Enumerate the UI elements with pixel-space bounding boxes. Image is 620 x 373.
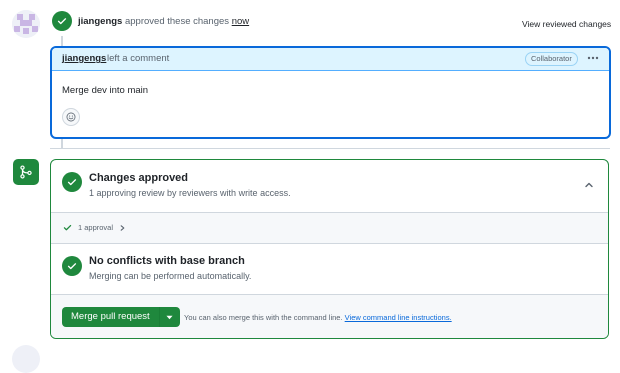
triangle-down-icon bbox=[166, 315, 173, 319]
command-line-hint: You can also merge this with the command… bbox=[184, 313, 452, 322]
merge-box: Changes approved 1 approving review by r… bbox=[50, 159, 609, 339]
review-event-time[interactable]: now bbox=[232, 16, 249, 27]
add-reaction-button[interactable] bbox=[62, 108, 80, 126]
view-reviewed-changes-link[interactable]: View reviewed changes bbox=[522, 19, 611, 29]
conflicts-title: No conflicts with base branch bbox=[89, 255, 245, 267]
merge-pull-request-button[interactable]: Merge pull request bbox=[62, 307, 160, 327]
chevron-up-icon[interactable] bbox=[583, 179, 595, 191]
merge-status-badge bbox=[13, 159, 39, 185]
approval-subtitle: 1 approving review by reviewers with wri… bbox=[89, 188, 291, 198]
conflicts-status-badge bbox=[62, 256, 82, 276]
conflicts-subtitle: Merging can be performed automatically. bbox=[89, 271, 252, 281]
comment-header: jiangengs left a comment Collaborator bbox=[52, 48, 609, 71]
merge-button-group: Merge pull request bbox=[62, 307, 180, 327]
conflicts-section: No conflicts with base branch Merging ca… bbox=[51, 243, 608, 293]
check-icon bbox=[67, 263, 77, 270]
check-icon bbox=[57, 18, 67, 25]
review-event-text: jiangengs approved these changes now bbox=[78, 16, 249, 27]
review-event-user[interactable]: jiangengs bbox=[78, 16, 122, 27]
check-icon bbox=[67, 179, 77, 186]
approval-title: Changes approved bbox=[89, 172, 189, 184]
comment-body: Merge dev into main bbox=[62, 85, 149, 96]
approved-badge bbox=[52, 11, 72, 31]
role-badge: Collaborator bbox=[525, 52, 578, 66]
avatar[interactable] bbox=[12, 10, 40, 38]
chevron-right-icon bbox=[120, 224, 125, 231]
approvals-count: 1 approval bbox=[78, 223, 114, 232]
kebab-icon bbox=[587, 56, 599, 60]
merge-method-dropdown[interactable] bbox=[159, 307, 180, 327]
review-comment: jiangengs left a comment Collaborator Me… bbox=[50, 46, 611, 139]
check-icon bbox=[63, 224, 72, 231]
approval-section: Changes approved 1 approving review by r… bbox=[51, 160, 608, 212]
approvals-row[interactable]: 1 approval bbox=[51, 212, 608, 244]
timeline-divider bbox=[50, 148, 610, 149]
approval-status-badge bbox=[62, 172, 82, 192]
avatar[interactable] bbox=[12, 345, 40, 373]
review-event-action: approved these changes bbox=[124, 16, 230, 27]
merge-actions: Merge pull request You can also merge th… bbox=[51, 294, 608, 338]
command-line-hint-text: You can also merge this with the command… bbox=[184, 313, 343, 322]
comment-action: left a comment bbox=[107, 53, 170, 64]
approvals-toggle[interactable]: 1 approval bbox=[63, 223, 126, 232]
comment-options-button[interactable] bbox=[584, 50, 602, 66]
git-merge-icon bbox=[20, 165, 32, 179]
command-line-instructions-link[interactable]: View command line instructions. bbox=[345, 313, 452, 322]
comment-author[interactable]: jiangengs bbox=[62, 53, 106, 64]
smiley-icon bbox=[66, 112, 76, 122]
